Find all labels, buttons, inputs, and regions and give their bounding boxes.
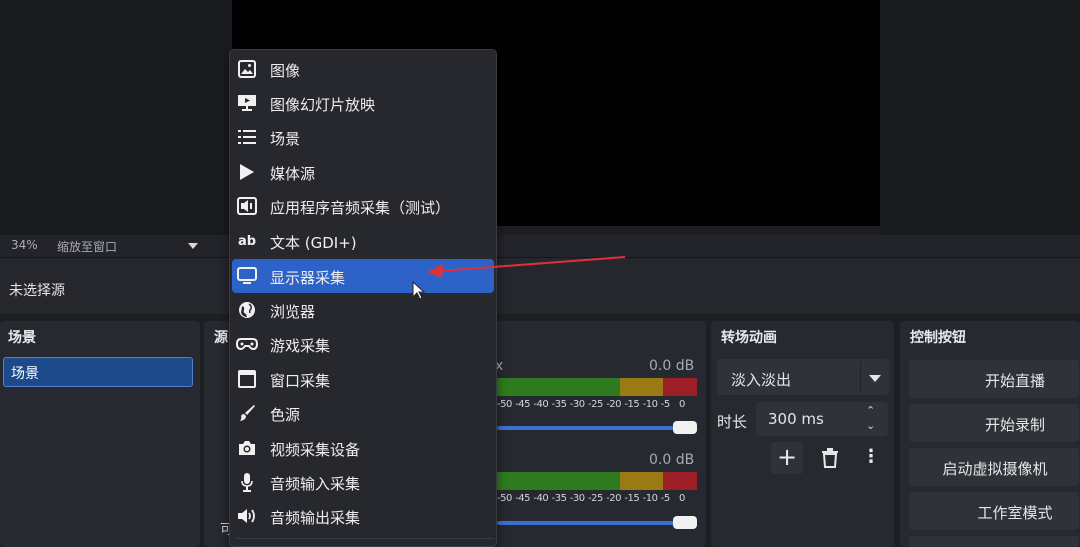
preview-left-panel — [0, 0, 232, 235]
duration-label: 时长 — [717, 413, 748, 431]
source-toolbar — [0, 258, 1080, 314]
volume-slider[interactable] — [497, 419, 697, 437]
globe-icon — [236, 299, 258, 321]
menu-separator — [236, 538, 494, 539]
meter-scale-tick: 0 — [679, 399, 685, 410]
image-icon — [236, 58, 258, 80]
meter-scale-tick: -35 — [551, 399, 567, 410]
menu-item-label: 视频采集设备 — [270, 441, 361, 459]
select-divider — [860, 362, 861, 392]
transition-properties-button[interactable]: ⋮ — [858, 442, 884, 474]
meter-scale-tick: -45 — [515, 493, 531, 504]
menu-item-label: 图像 — [270, 62, 301, 80]
transition-select-value: 淡入淡出 — [731, 371, 792, 389]
menu-item-label: 应用程序音频采集（测试） — [270, 199, 451, 217]
meter-scale-tick: -5 — [660, 493, 670, 504]
meter-scale-tick: -40 — [533, 493, 549, 504]
menu-item-label: 色源 — [270, 406, 301, 424]
meter-scale-tick: -50 — [497, 493, 512, 504]
menu-item-label: 游戏采集 — [270, 337, 331, 355]
mouse-cursor-icon — [412, 280, 426, 305]
scenes-dock-title: 场景 — [8, 330, 36, 346]
transitions-dock-title: 转场动画 — [721, 330, 777, 346]
zoom-level: 34% — [11, 238, 38, 252]
microphone-icon — [236, 471, 258, 493]
menu-item-label: 文本 (GDI+) — [270, 234, 357, 252]
meter-scale-tick: -40 — [533, 399, 549, 410]
menu-item-label: 窗口采集 — [270, 372, 331, 390]
mixer-track-db: 0.0 dB — [649, 358, 695, 374]
chevron-down-icon[interactable]: ⌃ — [866, 418, 875, 431]
play-icon — [236, 161, 258, 183]
menu-item-label: 图像幻灯片放映 — [270, 96, 376, 114]
chevron-down-icon[interactable] — [869, 375, 881, 382]
list-icon — [236, 126, 258, 148]
meter-scale-tick: -30 — [569, 493, 585, 504]
camera-icon — [236, 437, 258, 459]
chevron-up-icon[interactable]: ⌃ — [866, 404, 875, 417]
meter-scale-tick: -25 — [588, 399, 603, 410]
slideshow-icon — [236, 92, 258, 114]
trash-icon — [822, 448, 838, 468]
duration-value: 300 ms — [768, 410, 824, 428]
chevron-down-icon[interactable] — [188, 243, 198, 249]
meter-scale-tick: -45 — [515, 399, 531, 410]
speaker-icon — [236, 505, 258, 527]
meter-scale-tick: -15 — [624, 493, 640, 504]
no-source-selected-label: 未选择源 — [9, 283, 65, 299]
start-virtual-camera-label: 启动虚拟摄像机 — [942, 460, 1048, 478]
volume-slider-handle[interactable] — [673, 421, 697, 434]
meter-scale-tick: -20 — [606, 399, 622, 410]
zoom-mode-select[interactable]: 缩放至窗口 — [57, 238, 117, 255]
remove-transition-button[interactable] — [814, 442, 846, 474]
text-icon: ab — [237, 233, 257, 249]
meter-scale-tick: -15 — [624, 399, 640, 410]
gamepad-icon — [236, 333, 258, 355]
meter-scale-tick: -10 — [642, 399, 658, 410]
meter-scale-tick: -50 — [497, 399, 512, 410]
mixer-track-db: 0.0 dB — [649, 452, 695, 468]
app-audio-icon — [236, 195, 258, 217]
menu-item-label: 显示器采集 — [270, 269, 346, 287]
control-button-partial[interactable] — [909, 536, 1079, 547]
start-streaming-label: 开始直播 — [984, 372, 1045, 390]
volume-slider[interactable] — [497, 514, 697, 532]
controls-dock-title: 控制按钮 — [910, 330, 966, 346]
meter-scale-tick: -10 — [642, 493, 658, 504]
volume-meter — [497, 378, 697, 396]
volume-slider-handle[interactable] — [673, 516, 697, 529]
preview-zoom-bar — [0, 235, 1080, 258]
menu-item-label: 音频输入采集 — [270, 475, 361, 493]
preview-right-panel — [880, 0, 1080, 235]
scene-item-label: 场景 — [11, 366, 39, 382]
window-icon — [236, 368, 258, 390]
menu-item-label: 媒体源 — [270, 165, 316, 183]
meter-scale-tick: -35 — [551, 493, 567, 504]
meter-scale-tick: -20 — [606, 493, 622, 504]
scenes-dock — [0, 321, 200, 547]
studio-mode-label: 工作室模式 — [977, 504, 1053, 522]
add-transition-button[interactable]: + — [771, 442, 803, 474]
sources-dock-title: 源 — [214, 330, 228, 346]
menu-item-label: 场景 — [270, 130, 301, 148]
brush-icon — [236, 402, 258, 424]
meter-scale-tick: -30 — [569, 399, 585, 410]
menu-item-label: 音频输出采集 — [270, 509, 361, 527]
meter-scale-tick: -5 — [660, 399, 670, 410]
volume-meter — [497, 472, 697, 490]
meter-scale-tick: -25 — [588, 493, 603, 504]
menu-item-label: 浏览器 — [270, 303, 316, 321]
monitor-icon — [236, 265, 258, 287]
start-recording-label: 开始录制 — [984, 416, 1045, 434]
meter-scale-tick: 0 — [679, 493, 685, 504]
